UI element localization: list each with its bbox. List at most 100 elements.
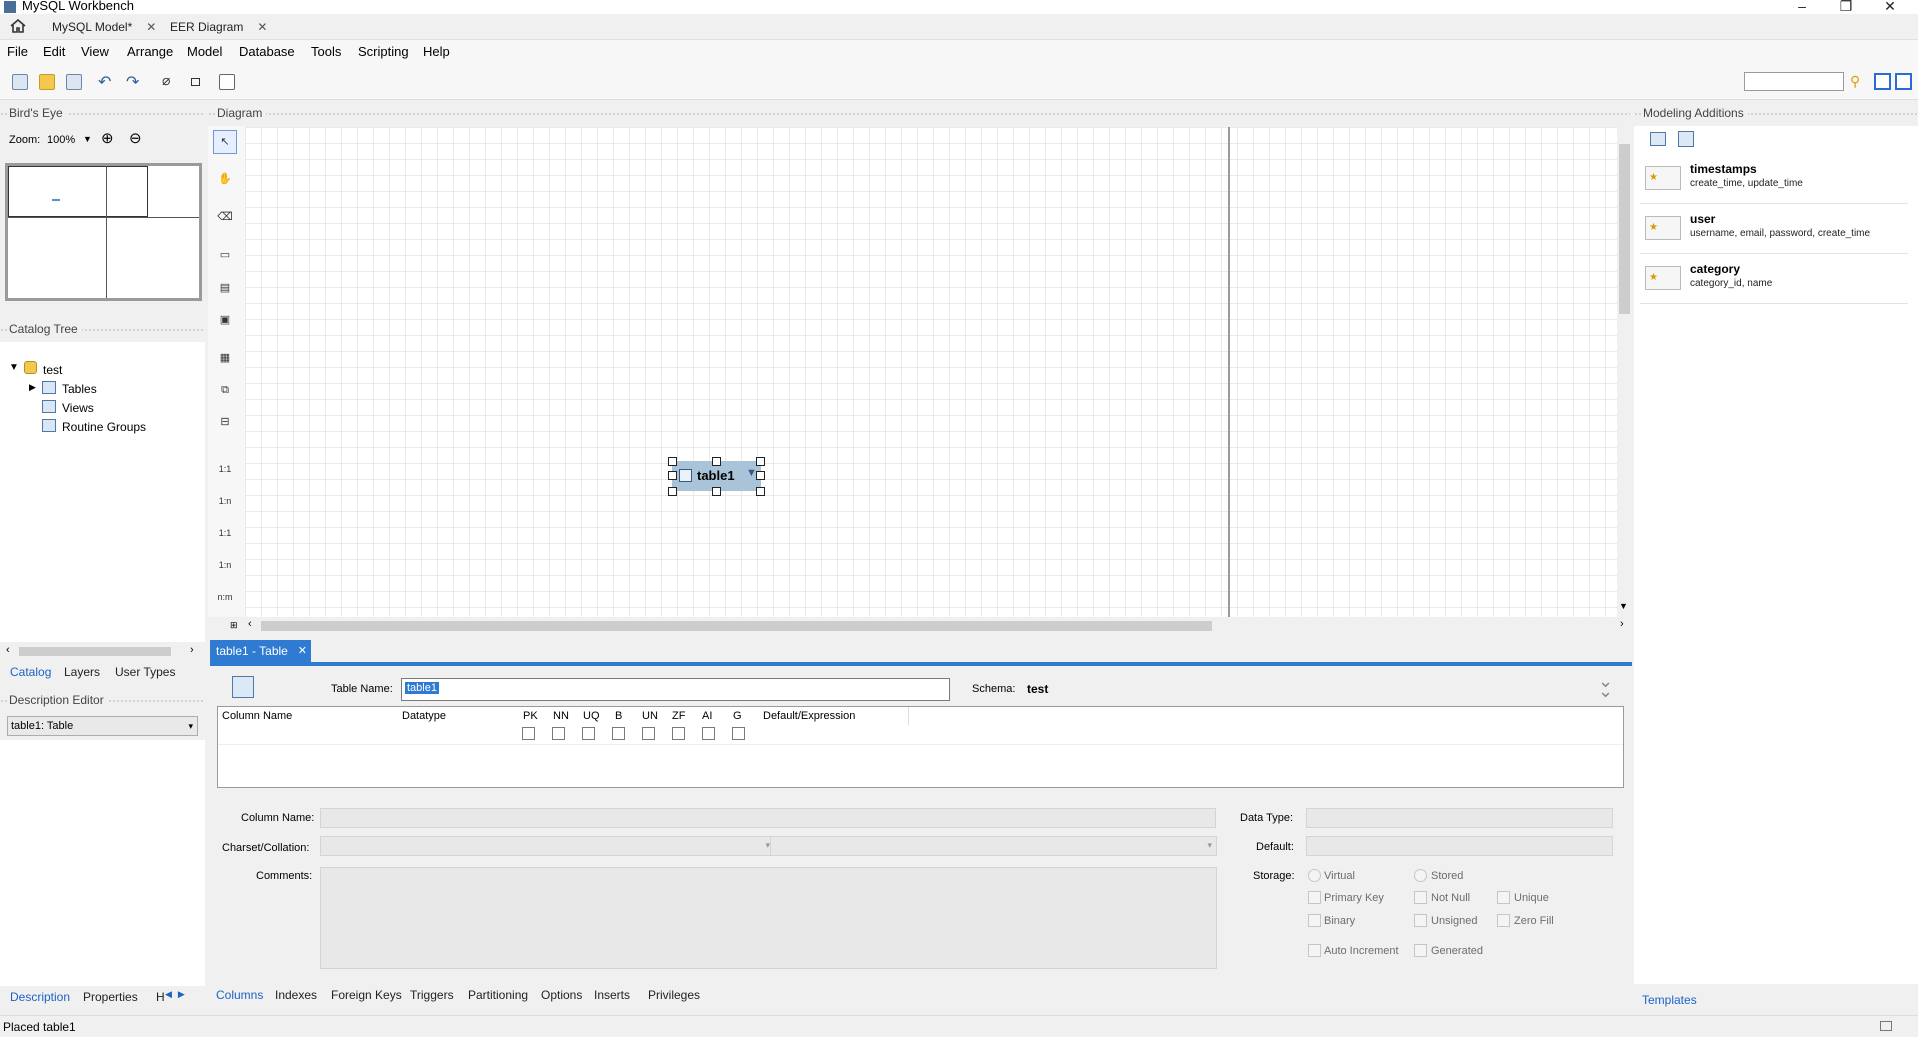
relationship-n-m-tool-icon[interactable]: n:m — [213, 583, 237, 607]
tab-history[interactable]: H — [156, 990, 165, 1004]
close-tab-icon[interactable]: ✕ — [298, 640, 307, 662]
scroll-right-icon[interactable]: › — [190, 644, 194, 656]
column-header-nn[interactable]: NN — [553, 710, 569, 722]
collation-select[interactable]: ▾ — [770, 836, 1217, 856]
tree-item-routine-groups[interactable]: Routine Groups — [62, 420, 146, 434]
toggle-grid-icon[interactable]: ⌀ — [162, 72, 170, 89]
not-null-checkbox[interactable] — [1414, 891, 1427, 904]
relationship-1-n-tool-icon[interactable]: 1:n — [213, 487, 237, 511]
menu-arrange[interactable]: Arrange — [127, 44, 173, 59]
menu-database[interactable]: Database — [239, 44, 295, 59]
zoom-value[interactable]: 100% — [47, 134, 75, 146]
menu-model[interactable]: Model — [187, 44, 222, 59]
zoom-in-icon[interactable]: ⊕ — [101, 129, 114, 147]
g-checkbox[interactable] — [732, 727, 745, 740]
primary-key-checkbox[interactable] — [1308, 891, 1321, 904]
menu-view[interactable]: View — [81, 44, 109, 59]
page-setup-icon[interactable] — [219, 74, 235, 90]
resize-handle[interactable] — [668, 457, 677, 466]
close-tab-icon[interactable]: ✕ — [146, 20, 156, 34]
menu-tools[interactable]: Tools — [311, 44, 341, 59]
diagram-canvas[interactable]: table1 ▼ — [245, 127, 1622, 617]
unique-checkbox[interactable] — [1497, 891, 1510, 904]
toggle-sidebar-icon[interactable] — [1874, 73, 1891, 90]
tab-columns[interactable]: Columns — [216, 988, 263, 1002]
menu-edit[interactable]: Edit — [43, 44, 65, 59]
template-user[interactable]: ★ user username, email, password, create… — [1640, 204, 1908, 254]
un-checkbox[interactable] — [642, 727, 655, 740]
generated-checkbox[interactable] — [1414, 944, 1427, 957]
undo-icon[interactable]: ↶ — [98, 72, 111, 92]
default-input[interactable] — [1306, 836, 1613, 856]
diagram-vertical-scrollbar[interactable]: ▼ — [1617, 127, 1632, 617]
stored-radio[interactable] — [1414, 869, 1427, 882]
charset-select[interactable]: ▾ — [320, 836, 775, 856]
tab-layers[interactable]: Layers — [64, 665, 100, 679]
scrollbar-thumb[interactable] — [261, 621, 1212, 631]
relationship-1-1-tool-icon[interactable]: 1:1 — [213, 455, 237, 479]
column-header-default[interactable]: Default/Expression — [763, 710, 855, 722]
tab-mysql-model[interactable]: MySQL Model* ✕ — [44, 16, 164, 38]
tab-description[interactable]: Description — [10, 990, 70, 1004]
tab-options[interactable]: Options — [541, 988, 582, 1002]
layer-tool-icon[interactable]: ▭ — [213, 243, 237, 267]
tab-user-types[interactable]: User Types — [115, 665, 175, 679]
relationship-1-n-non-id-tool-icon[interactable]: 1:n — [213, 551, 237, 575]
resize-handle[interactable] — [668, 471, 677, 480]
tab-templates[interactable]: Templates — [1642, 993, 1697, 1007]
columns-grid[interactable]: Column Name Datatype PK NN UQ B UN ZF AI… — [217, 706, 1624, 788]
virtual-radio[interactable] — [1308, 869, 1321, 882]
relationship-1-1-non-id-tool-icon[interactable]: 1:1 — [213, 519, 237, 543]
hand-tool-icon[interactable]: ✋ — [213, 167, 237, 191]
tab-triggers[interactable]: Triggers — [410, 988, 454, 1002]
tab-inserts[interactable]: Inserts — [594, 988, 630, 1002]
column-header-zf[interactable]: ZF — [672, 710, 685, 722]
nn-checkbox[interactable] — [552, 727, 565, 740]
ai-checkbox[interactable] — [702, 727, 715, 740]
column-name-input[interactable] — [320, 808, 1216, 828]
zf-checkbox[interactable] — [672, 727, 685, 740]
tree-item-views[interactable]: Views — [62, 401, 94, 415]
menu-file[interactable]: File — [7, 44, 28, 59]
align-icon[interactable] — [191, 78, 200, 86]
routine-group-tool-icon[interactable]: ⊟ — [213, 410, 237, 434]
zero-fill-checkbox[interactable] — [1497, 914, 1510, 927]
redo-icon[interactable]: ↷ — [126, 72, 139, 92]
template-category[interactable]: ★ category category_id, name — [1640, 254, 1908, 304]
expand-arrow-icon[interactable]: ▶ — [29, 382, 36, 393]
resize-handle[interactable] — [712, 457, 721, 466]
new-model-icon[interactable] — [12, 74, 28, 90]
template-timestamps[interactable]: ★ timestamps create_time, update_time — [1640, 154, 1908, 204]
resize-handle[interactable] — [756, 457, 765, 466]
column-header-g[interactable]: G — [733, 710, 742, 722]
diagram-horizontal-scrollbar[interactable]: ⊞ ‹ › — [228, 618, 1632, 634]
column-header-ai[interactable]: AI — [702, 710, 712, 722]
tab-properties[interactable]: Properties — [83, 990, 138, 1004]
scroll-down-icon[interactable]: ▼ — [1619, 601, 1628, 611]
description-text-area[interactable] — [0, 740, 205, 986]
eraser-tool-icon[interactable]: ⌫ — [213, 205, 237, 229]
column-header-datatype[interactable]: Datatype — [402, 710, 446, 722]
collapse-editor-icon[interactable]: ⌄ ⌄ — [1598, 672, 1613, 700]
tab-indexes[interactable]: Indexes — [275, 988, 317, 1002]
toggle-secondary-sidebar-icon[interactable] — [1895, 73, 1912, 90]
column-header-b[interactable]: B — [615, 710, 622, 722]
birds-eye-view[interactable] — [5, 163, 202, 301]
binary-checkbox[interactable] — [1308, 914, 1321, 927]
catalog-horizontal-scrollbar[interactable]: ‹ › — [0, 643, 205, 659]
data-type-input[interactable] — [1306, 808, 1613, 828]
schema-name[interactable]: test — [43, 363, 62, 377]
tab-eer-diagram[interactable]: EER Diagram ✕ — [162, 16, 275, 38]
column-header-uq[interactable]: UQ — [583, 710, 600, 722]
zoom-out-icon[interactable]: ⊖ — [129, 129, 142, 147]
scrollbar-thumb[interactable] — [19, 647, 171, 656]
uq-checkbox[interactable] — [582, 727, 595, 740]
close-tab-icon[interactable]: ✕ — [257, 20, 267, 34]
column-header-pk[interactable]: PK — [523, 710, 538, 722]
search-input[interactable] — [1744, 72, 1844, 91]
collapse-arrow-icon[interactable]: ▼ — [9, 362, 19, 373]
resize-handle[interactable] — [756, 487, 765, 496]
note-tool-icon[interactable]: ▤ — [213, 276, 237, 300]
diagram-corner-icon[interactable]: ⊞ — [230, 620, 238, 631]
scroll-left-icon[interactable]: ‹ — [248, 618, 252, 630]
